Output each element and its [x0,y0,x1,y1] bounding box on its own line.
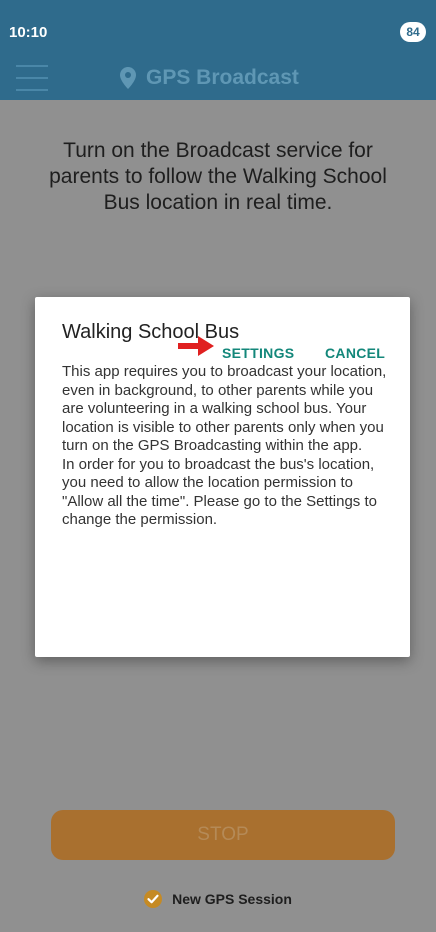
new-gps-session[interactable]: New GPS Session [0,890,436,908]
cancel-button[interactable]: CANCEL [325,345,385,361]
intro-text: Turn on the Broadcast service for parent… [49,139,387,214]
status-time: 10:10 [9,24,48,41]
stop-button[interactable]: STOP [51,810,395,860]
dialog-paragraph: In order for you to broadcast the bus's … [62,455,377,529]
settings-button[interactable]: SETTINGS [222,345,294,361]
check-circle-icon [144,890,163,908]
status-bar: 10:10 84 [0,0,436,56]
hamburger-menu-icon[interactable] [16,65,48,93]
dialog-paragraph: This app requires you to broadcast your … [62,363,387,454]
red-arrow-icon [178,336,214,356]
app-bar: GPS Broadcast [0,56,436,100]
app-title-text: GPS Broadcast [146,66,299,89]
app-title: GPS Broadcast [120,62,299,94]
battery-indicator: 84 [400,22,426,42]
map-pin-icon [120,67,136,89]
dialog-body: This app requires you to broadcast your … [62,363,392,530]
session-label: New GPS Session [172,891,292,907]
